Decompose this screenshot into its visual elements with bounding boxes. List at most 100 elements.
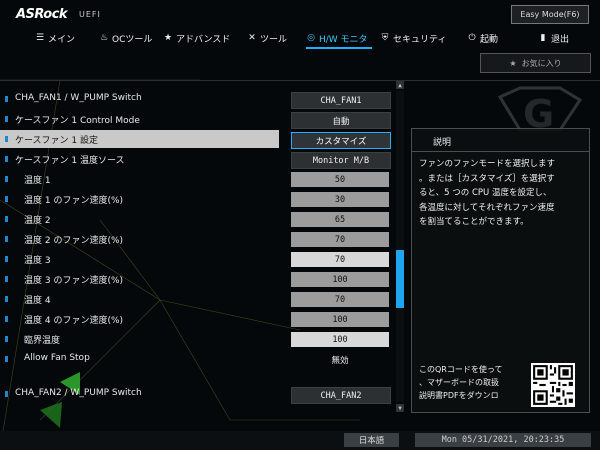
setting-value[interactable]: カスタマイズ (291, 132, 391, 149)
bullet-icon (5, 336, 8, 342)
bullet-icon (5, 296, 8, 302)
setting-label: 温度 2 のファン速度(%) (24, 236, 124, 246)
setting-value[interactable]: 自動 (291, 112, 391, 129)
top-bar: ASRock UEFI Easy Mode(F6) (0, 0, 600, 28)
bullet-icon (5, 216, 8, 222)
setting-row[interactable]: 温度 1 のファン速度(%) 30 (0, 190, 392, 208)
bullet-icon (5, 236, 8, 242)
setting-label: 温度 3 (24, 256, 51, 266)
setting-label: CHA_FAN1 / W_PUMP Switch (15, 93, 142, 103)
nav-tab-tool[interactable]: ✕ ツール (247, 31, 287, 45)
setting-label: 温度 4 のファン速度(%) (24, 316, 124, 326)
setting-label: 臨界温度 (24, 336, 61, 346)
setting-label: 温度 2 (24, 216, 51, 226)
exit-icon: ▮ (540, 33, 546, 43)
setting-label: CHA_FAN2 / W_PUMP Switch (15, 388, 142, 398)
description-text: ファンのファンモードを選択します 。または［カスタマイズ］を選択す ると、5 つ… (419, 157, 584, 230)
favorites-label: お気に入り (521, 58, 562, 68)
setting-row[interactable]: 温度 3 のファン速度(%) 100 (0, 270, 392, 288)
list-icon: ☰ (35, 33, 45, 43)
bullet-icon (5, 116, 8, 122)
setting-row[interactable]: 温度 2 のファン速度(%) 70 (0, 230, 392, 248)
qr-caption-line: 、マザーボードの取扱 (419, 378, 499, 387)
flame-icon: ♨ (99, 33, 109, 43)
nav-tab-label: メイン (48, 34, 76, 45)
active-tab-indicator (306, 47, 372, 49)
nav-tab-hw-monitor[interactable]: ◎ H/W モニタ (306, 31, 368, 45)
description-line: ると、5 つの CPU 温度を設定し、 (419, 188, 552, 198)
description-line: を割当てることができます。 (419, 217, 529, 227)
setting-label: 温度 1 (24, 176, 51, 186)
nav-tab-oc-tool[interactable]: ♨ OCツール (99, 31, 152, 45)
setting-label: Allow Fan Stop (24, 353, 90, 363)
bullet-icon (5, 96, 8, 102)
favorites-button[interactable]: ★ お気に入り (480, 53, 591, 73)
setting-row[interactable]: 温度 3 70 (0, 250, 392, 268)
description-panel: 説明 ファンのファンモードを選択します 。または［カスタマイズ］を選択す ると、… (411, 128, 590, 413)
scroll-down-arrow-icon[interactable]: ▼ (396, 404, 404, 412)
nav-tab-label: OCツール (112, 34, 153, 45)
shield-icon: ⛨ (381, 33, 389, 43)
nav-tab-label: アドバンスド (176, 34, 231, 45)
monitor-icon: ◎ (307, 33, 315, 43)
setting-row[interactable]: 温度 4 のファン速度(%) 100 (0, 310, 392, 328)
bullet-icon (5, 196, 8, 202)
easy-mode-button[interactable]: Easy Mode(F6) (511, 5, 589, 24)
setting-label: 温度 4 (24, 296, 51, 306)
description-line: ファンのファンモードを選択します (419, 159, 556, 169)
setting-value[interactable]: CHA_FAN2 (291, 387, 391, 404)
nav-tab-boot[interactable]: ⏻ 起動 (467, 31, 498, 45)
bullet-icon (5, 391, 8, 397)
setting-label: ケースファン 1 Control Mode (15, 116, 140, 126)
setting-row[interactable]: ケースファン 1 温度ソース Monitor M/B (0, 150, 392, 169)
setting-value[interactable]: 50 (291, 172, 389, 187)
datetime-display: Mon 05/31/2021, 20:23:35 (415, 433, 591, 447)
setting-label: ケースファン 1 温度ソース (15, 156, 125, 166)
bullet-icon (5, 256, 8, 262)
setting-row[interactable]: CHA_FAN1 / W_PUMP Switch CHA_FAN1 (0, 90, 392, 109)
nav-tab-exit[interactable]: ▮ 退出 (538, 31, 570, 45)
qr-code-icon (531, 363, 575, 407)
nav-tab-label: 退出 (551, 34, 570, 45)
power-icon: ⏻ (468, 33, 476, 43)
setting-value[interactable]: 無効 (291, 352, 389, 367)
setting-value[interactable]: Monitor M/B (291, 152, 391, 169)
nav-tab-main[interactable]: ☰ メイン (35, 31, 75, 45)
brand-logo: ASRock (16, 7, 68, 22)
bullet-icon (5, 176, 8, 182)
setting-row[interactable]: 温度 1 50 (0, 170, 392, 188)
star-icon: ★ (163, 33, 173, 43)
setting-value[interactable]: 70 (291, 232, 389, 247)
description-header: 説明 (412, 129, 589, 152)
scroll-up-arrow-icon[interactable]: ▲ (396, 81, 404, 89)
setting-value[interactable]: 100 (291, 272, 389, 287)
setting-row[interactable]: ケースファン 1 Control Mode 自動 (0, 110, 392, 129)
scroll-thumb[interactable] (396, 250, 404, 308)
setting-value[interactable]: 100 (291, 312, 389, 327)
description-line: 各温度に対してそれぞれファン速度 (419, 202, 555, 213)
setting-value[interactable]: CHA_FAN1 (291, 92, 391, 109)
header-divider (0, 80, 600, 81)
description-title: 説明 (433, 138, 452, 148)
setting-row[interactable]: CHA_FAN2 / W_PUMP Switch CHA_FAN2 (0, 385, 392, 404)
bullet-icon (5, 156, 8, 162)
language-button[interactable]: 日本語 (344, 433, 399, 447)
setting-row[interactable]: Allow Fan Stop 無効 (0, 350, 392, 368)
scroll-track[interactable] (396, 91, 404, 402)
setting-row[interactable]: 温度 4 70 (0, 290, 392, 308)
setting-value[interactable]: 30 (291, 192, 389, 207)
setting-value[interactable]: 70 (291, 252, 389, 267)
scrollbar[interactable]: ▲ ▼ (396, 81, 404, 412)
setting-row[interactable]: 温度 2 65 (0, 210, 392, 228)
nav-tab-advanced[interactable]: ★ アドバンスド (163, 31, 230, 45)
setting-value[interactable]: 70 (291, 292, 389, 307)
qr-caption-line: このQRコードを使って (419, 365, 503, 374)
setting-value[interactable]: 65 (291, 212, 389, 227)
nav-tab-label: H/W モニタ (319, 34, 368, 45)
bullet-icon (5, 356, 8, 362)
setting-row[interactable]: ケースファン 1 設定 カスタマイズ (0, 130, 392, 149)
nav-tab-security[interactable]: ⛨ セキュリティ (380, 31, 447, 45)
setting-value[interactable]: 100 (291, 332, 389, 347)
bullet-icon (5, 316, 8, 322)
setting-row[interactable]: 臨界温度 100 (0, 330, 392, 348)
